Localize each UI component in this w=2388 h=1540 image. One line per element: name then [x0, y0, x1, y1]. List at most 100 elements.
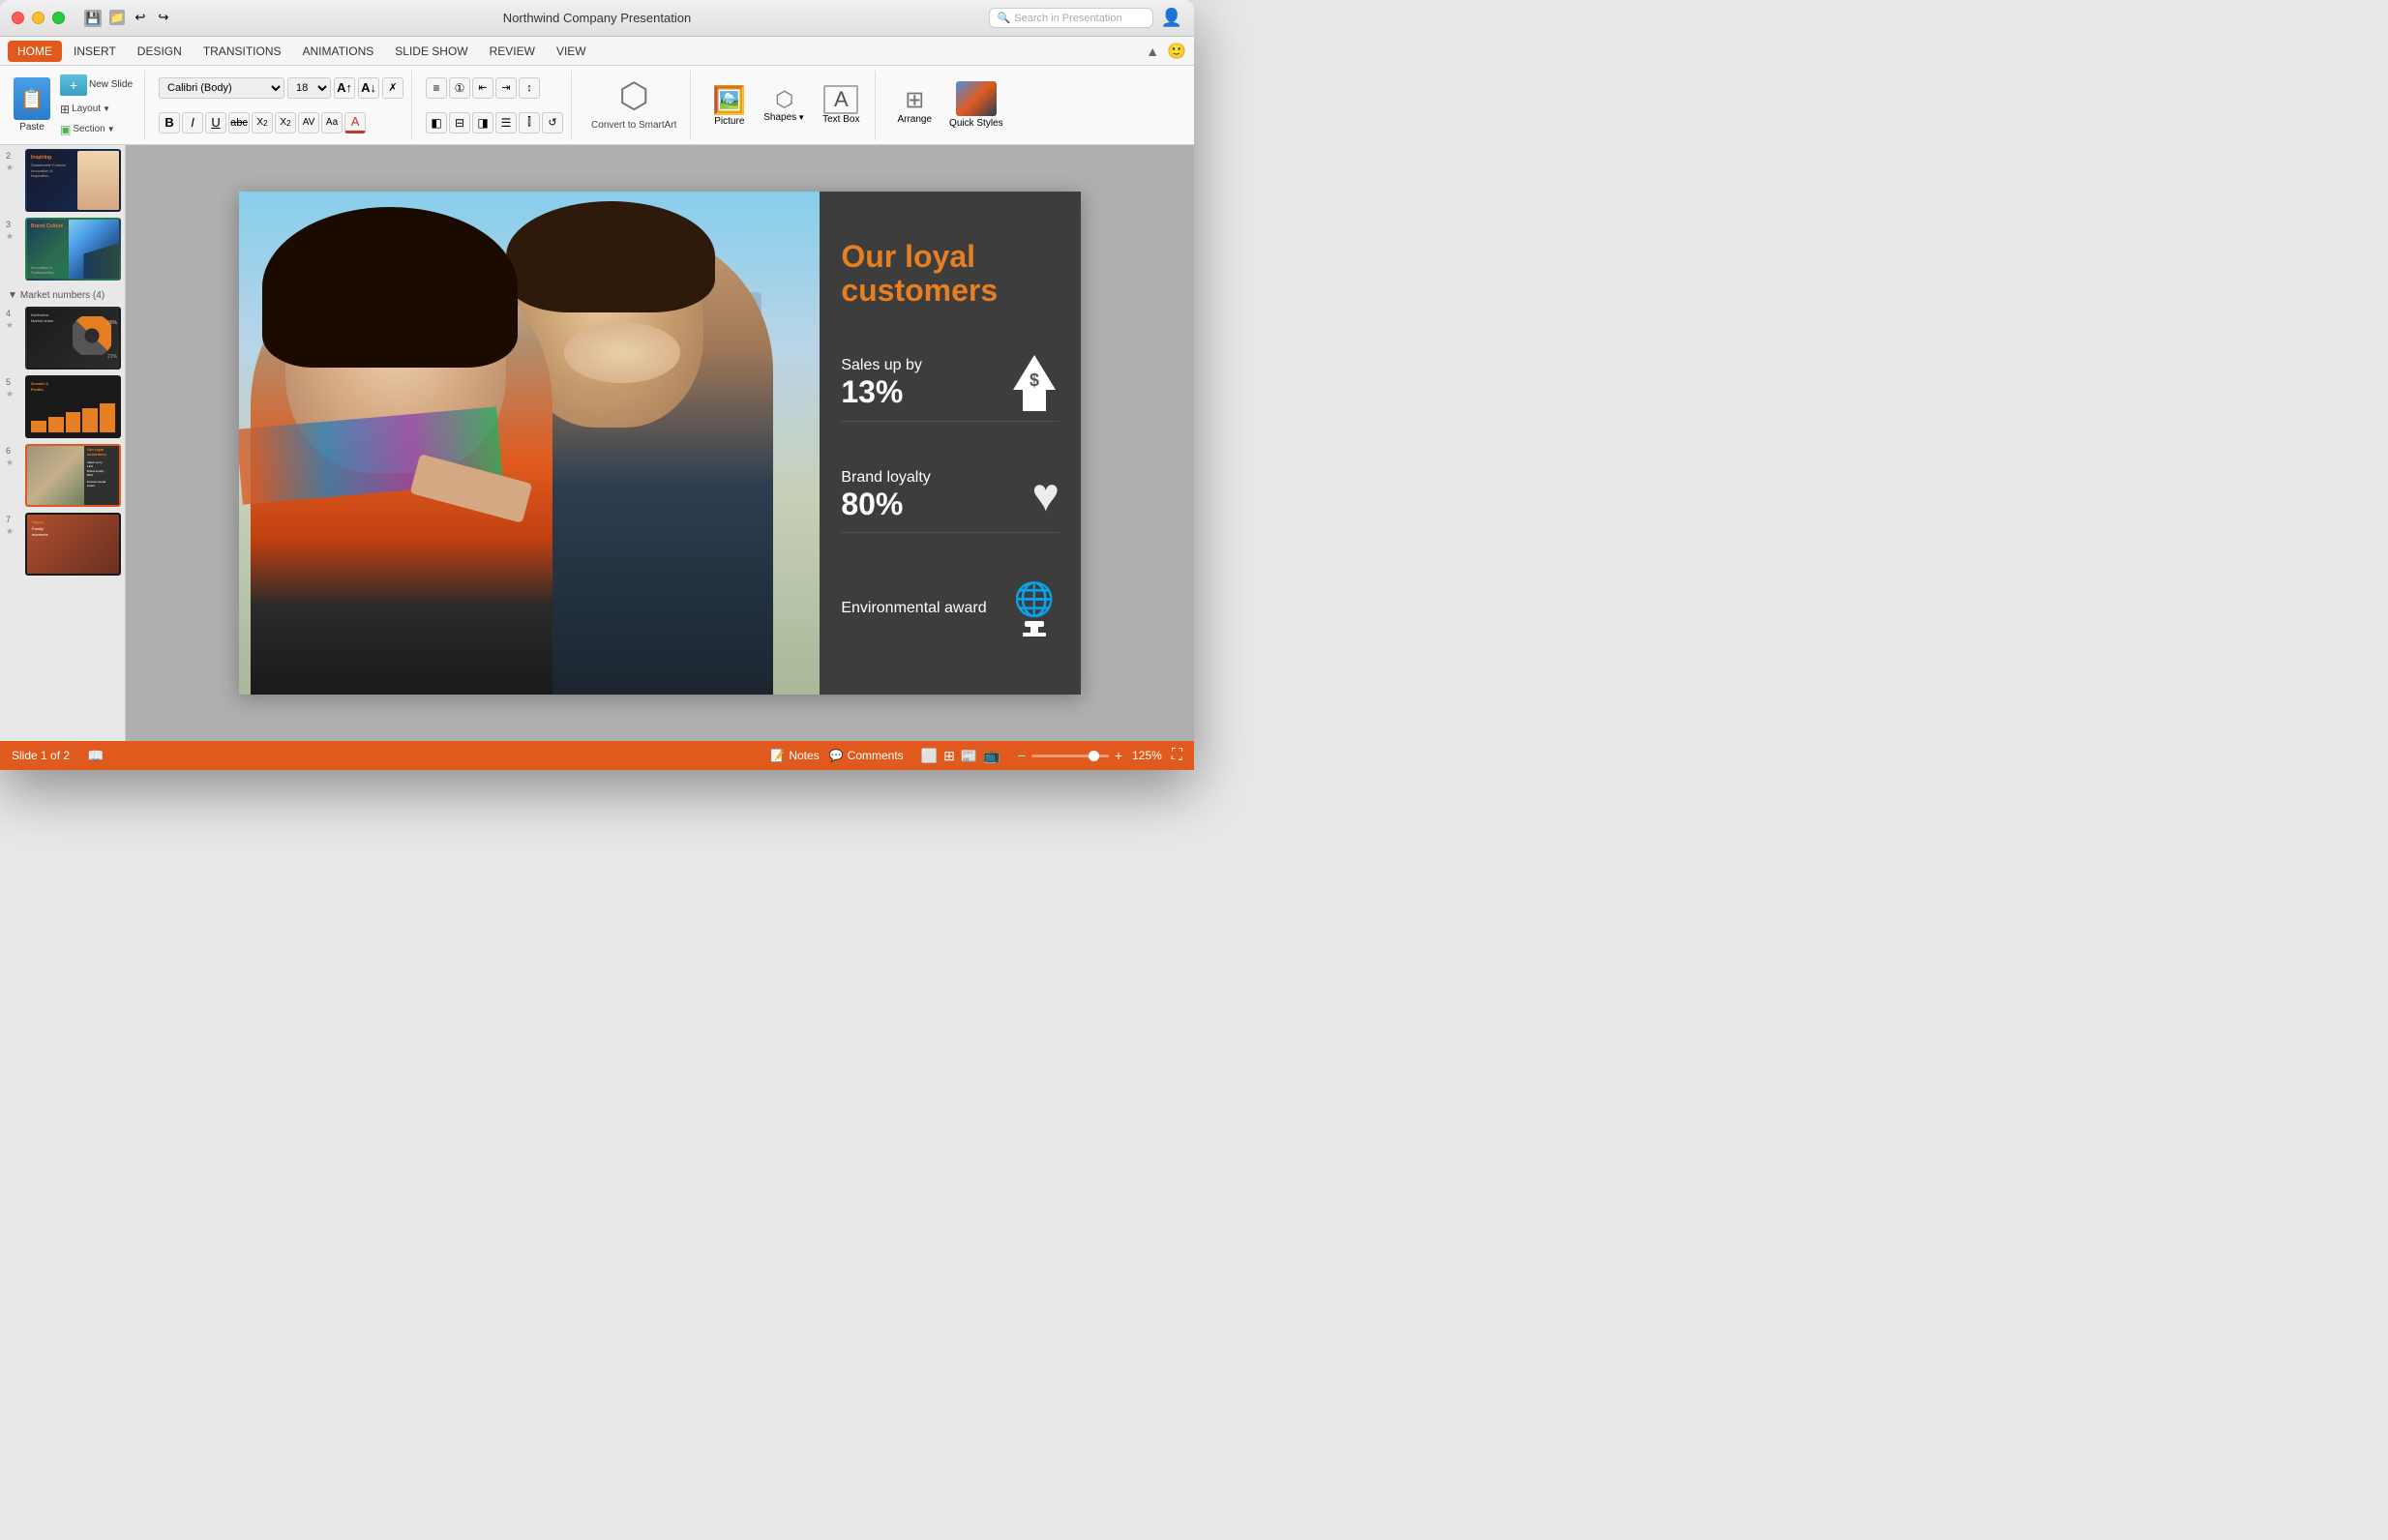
para-row-2: ◧ ⊟ ◨ ☰ ⫿ ↺: [426, 112, 563, 133]
bold-button[interactable]: B: [159, 112, 180, 133]
quick-styles-button[interactable]: Quick Styles: [941, 77, 1011, 133]
folder-icon[interactable]: 📁: [109, 10, 125, 25]
convert-smartart-button[interactable]: Convert to SmartArt: [585, 116, 682, 134]
user-icon[interactable]: 👤: [1161, 8, 1182, 28]
zoom-slider[interactable]: [1031, 755, 1109, 757]
font-color-button[interactable]: A: [344, 112, 366, 133]
search-box[interactable]: 🔍 Search in Presentation: [989, 8, 1153, 28]
align-center-button[interactable]: ⊟: [449, 112, 470, 133]
slide-thumb-5[interactable]: Growth &Profits: [25, 375, 121, 438]
shapes-button[interactable]: ⬡ Shapes ▼: [756, 83, 813, 127]
menu-item-animations[interactable]: ANIMATIONS: [292, 41, 383, 62]
italic-button[interactable]: I: [182, 112, 203, 133]
statusbar: Slide 1 of 2 📖 📝 Notes 💬 Comments ⬜ ⊞ 📰 …: [0, 741, 1194, 770]
increase-indent-button[interactable]: ⇥: [495, 77, 517, 99]
bullets-button[interactable]: ≡: [426, 77, 447, 99]
increase-font-button[interactable]: A↑: [334, 77, 355, 99]
menu-item-slideshow[interactable]: SLIDE SHOW: [385, 41, 477, 62]
picture-button[interactable]: 🖼️ Picture: [704, 80, 754, 131]
slide-thumb-6[interactable]: Our loyalcustomers Sales up by13%Brand l…: [25, 444, 121, 507]
decrease-font-button[interactable]: A↓: [358, 77, 379, 99]
slide-canvas[interactable]: Our loyal customers Sales up by 13% $: [239, 192, 1081, 695]
font-family-select[interactable]: Calibri (Body): [159, 77, 284, 99]
textbox-button[interactable]: A Text Box: [815, 81, 867, 129]
slide-info-panel: Our loyal customers Sales up by 13% $: [820, 192, 1081, 695]
fit-screen-icon[interactable]: ⛶: [1172, 747, 1182, 764]
minimize-button[interactable]: [32, 12, 45, 24]
slide-photo-area: [239, 192, 820, 695]
decrease-indent-button[interactable]: ⇤: [472, 77, 493, 99]
char-spacing-button[interactable]: AV: [298, 112, 319, 133]
slide-info: Slide 1 of 2: [12, 749, 70, 762]
menu-item-view[interactable]: VIEW: [547, 41, 596, 62]
arrange-button[interactable]: ⊞ Arrange: [889, 82, 940, 129]
slide-thumb-3[interactable]: Brand Culture Innovation &Sustainability: [25, 218, 121, 281]
slide-item-6[interactable]: 6 ★ Our loyalcustomers Sales up by13%Bra…: [4, 444, 121, 507]
strikethrough-button[interactable]: abc: [228, 112, 250, 133]
layout-icon: ⊞: [60, 103, 70, 116]
reading-view-icon[interactable]: 📰: [961, 748, 977, 764]
slide-star-6: ★: [6, 458, 14, 468]
redo-icon[interactable]: ↪: [156, 10, 171, 25]
chevron-up-icon[interactable]: ▲: [1146, 44, 1159, 59]
new-slide-button[interactable]: + New Slide: [56, 73, 136, 98]
undo-icon[interactable]: ↩: [133, 10, 148, 25]
paste-button[interactable]: 📋 Paste: [8, 71, 56, 140]
font-row-2: B I U abc X2 X2 AV Aa A: [159, 112, 403, 133]
save-icon[interactable]: 💾: [84, 10, 102, 27]
titlebar-right: 🔍 Search in Presentation 👤: [989, 8, 1182, 28]
slide-item-5[interactable]: 5 ★ Growth &Profits: [4, 375, 121, 438]
comments-button[interactable]: 💬 Comments: [829, 749, 904, 762]
notes-button[interactable]: 📝 Notes: [770, 749, 819, 762]
layout-button[interactable]: ⊞ Layout ▼: [56, 101, 136, 118]
slide-star-2: ★: [6, 163, 14, 173]
zoom-level: 125%: [1132, 749, 1162, 762]
align-left-button[interactable]: ◧: [426, 112, 447, 133]
slide-number-2: 2: [6, 151, 11, 161]
book-icon[interactable]: 📖: [87, 748, 104, 764]
slide-item-3[interactable]: 3 ★ Brand Culture Innovation &Sustainabi…: [4, 218, 121, 281]
zoom-in-icon[interactable]: +: [1115, 748, 1122, 763]
slide-sorter-icon[interactable]: ⊞: [943, 748, 955, 764]
close-button[interactable]: [12, 12, 24, 24]
section-label[interactable]: ▼ Market numbers (4): [4, 286, 121, 303]
normal-view-icon[interactable]: ⬜: [921, 748, 938, 764]
align-justify-button[interactable]: ☰: [495, 112, 517, 133]
menu-item-insert[interactable]: INSERT: [64, 41, 126, 62]
slide-thumb-4[interactable]: NorthwindMarket share 26% 21%: [25, 307, 121, 370]
smiley-icon[interactable]: 🙂: [1167, 42, 1186, 61]
slide-thumb-2[interactable]: Inspiring Sustainable FuturesInnovation …: [25, 149, 121, 212]
line-spacing-button[interactable]: ↕: [519, 77, 540, 99]
comments-icon: 💬: [829, 749, 844, 762]
notes-icon: 📝: [770, 749, 785, 762]
numbering-button[interactable]: ①: [449, 77, 470, 99]
align-right-button[interactable]: ◨: [472, 112, 493, 133]
section-name: Market numbers (4): [20, 290, 104, 301]
slide-item-7[interactable]: 7 ★ Happy Familymoments: [4, 513, 121, 576]
text-case-button[interactable]: Aa: [321, 112, 343, 133]
menu-item-design[interactable]: DESIGN: [128, 41, 192, 62]
stat-sales-text: Sales up by 13%: [841, 357, 922, 410]
menu-item-home[interactable]: HOME: [8, 41, 62, 62]
font-size-select[interactable]: 18: [287, 77, 331, 99]
menu-item-transitions[interactable]: TRANSITIONS: [194, 41, 291, 62]
shapes-dropdown-icon: ▼: [797, 113, 805, 122]
presenter-view-icon[interactable]: 📺: [983, 748, 1000, 764]
section-icon: ▣: [60, 123, 71, 136]
menu-item-review[interactable]: REVIEW: [480, 41, 545, 62]
columns-button[interactable]: ⫿: [519, 112, 540, 133]
underline-button[interactable]: U: [205, 112, 226, 133]
subscript-button[interactable]: X2: [275, 112, 296, 133]
slide-item-4[interactable]: 4 ★ NorthwindMarket share 26% 21%: [4, 307, 121, 370]
zoom-out-icon[interactable]: −: [1018, 748, 1026, 763]
superscript-button[interactable]: X2: [252, 112, 273, 133]
clear-format-button[interactable]: ✗: [382, 77, 403, 99]
section-dropdown-icon: ▼: [107, 125, 115, 133]
section-button[interactable]: ▣ Section ▼: [56, 121, 136, 138]
arrange-icon: ⊞: [905, 86, 924, 114]
slide-thumb-7[interactable]: Happy Familymoments: [25, 513, 121, 576]
paragraph-group: ≡ ① ⇤ ⇥ ↕ ◧ ⊟ ◨ ☰ ⫿ ↺: [418, 71, 572, 140]
slide-item-2[interactable]: 2 ★ Inspiring Sustainable FuturesInnovat…: [4, 149, 121, 212]
maximize-button[interactable]: [52, 12, 65, 24]
text-direction-button[interactable]: ↺: [542, 112, 563, 133]
